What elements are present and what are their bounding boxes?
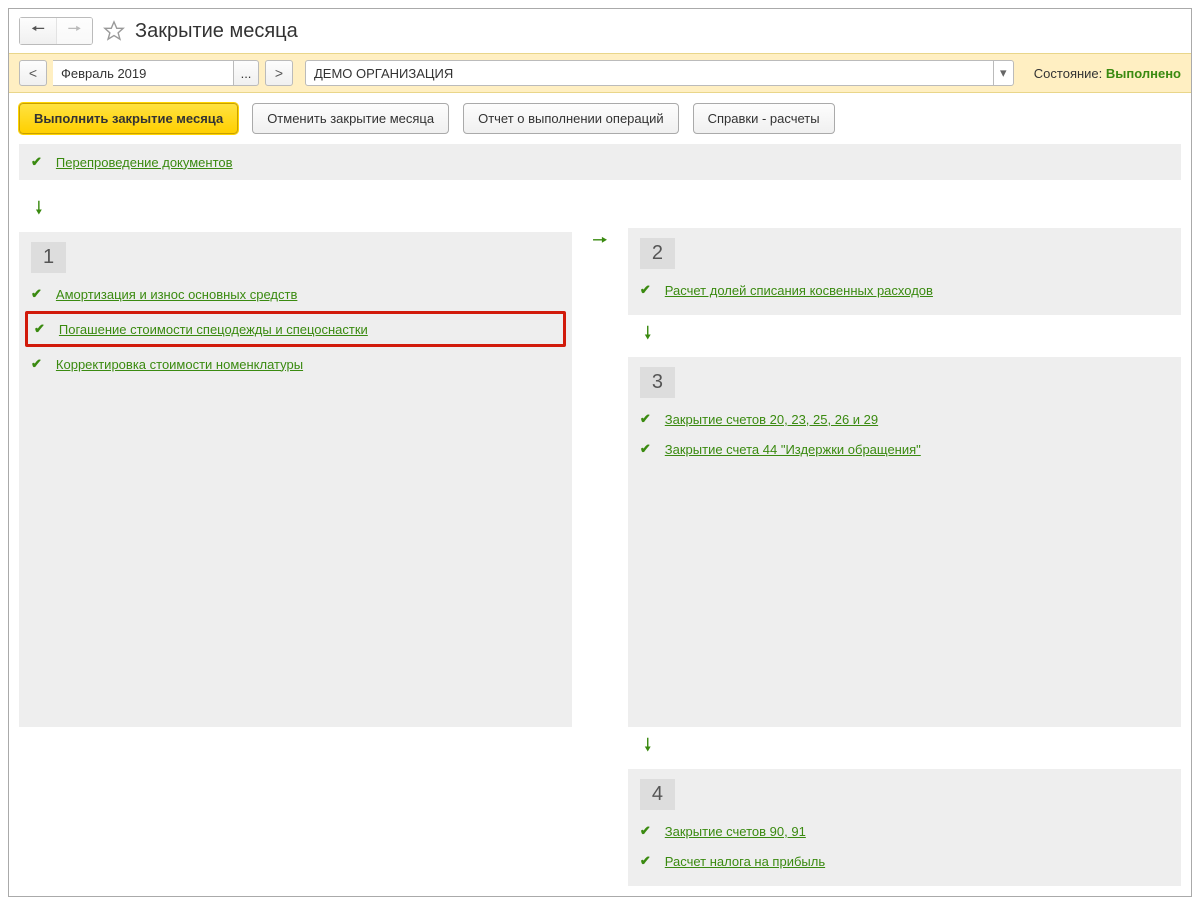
operations-report-button[interactable]: Отчет о выполнении операций	[463, 103, 679, 134]
status-value: Выполнено	[1106, 66, 1181, 81]
forward-button[interactable]: 🠖	[56, 18, 92, 44]
stage-2: 2 ✔ Расчет долей списания косвенных расх…	[628, 228, 1181, 315]
check-icon: ✔	[31, 154, 42, 170]
organization-value: ДЕМО ОРГАНИЗАЦИЯ	[306, 66, 993, 81]
page-title: Закрытие месяца	[135, 20, 298, 43]
status-label: Состояние:	[1034, 66, 1102, 81]
period-picker-button[interactable]: ...	[233, 60, 259, 86]
op-row: ✔ Расчет долей списания косвенных расход…	[640, 275, 1169, 305]
stage-4-number: 4	[640, 779, 675, 810]
period-next-button[interactable]: >	[265, 60, 293, 86]
check-icon: ✔	[640, 441, 651, 457]
execute-closing-button[interactable]: Выполнить закрытие месяца	[19, 103, 238, 134]
favorite-star-icon[interactable]	[103, 20, 125, 42]
op-row: ✔ Амортизация и износ основных средств	[31, 279, 560, 309]
op-row: ✔ Закрытие счета 44 "Издержки обращения"	[640, 434, 1169, 464]
op-row: ✔ Расчет налога на прибыль	[640, 846, 1169, 876]
op-row: ✔ Закрытие счетов 20, 23, 25, 26 и 29	[640, 404, 1169, 434]
op-workwear-cost[interactable]: Погашение стоимости спецодежды и спецосн…	[59, 322, 368, 337]
actions-row: Выполнить закрытие месяца Отменить закры…	[9, 93, 1191, 144]
check-icon: ✔	[31, 356, 42, 372]
check-icon: ✔	[640, 823, 651, 839]
check-icon: ✔	[640, 853, 651, 869]
repost-section: ✔ Перепроведение документов	[19, 144, 1181, 180]
period-prev-button[interactable]: <	[19, 60, 47, 86]
check-icon: ✔	[34, 321, 45, 337]
arrow-down-icon: 🠗	[628, 727, 1181, 769]
titlebar: 🠔 🠖 Закрытие месяца	[9, 9, 1191, 53]
stage-2-number: 2	[640, 238, 675, 269]
arrow-down-icon: 🠗	[19, 190, 572, 232]
arrow-right-icon: 🠖	[592, 228, 608, 258]
repost-documents-link[interactable]: Перепроведение документов	[56, 155, 233, 170]
stage-1: 1 ✔ Амортизация и износ основных средств…	[19, 232, 572, 727]
op-nomenclature-cost[interactable]: Корректировка стоимости номенклатуры	[56, 357, 303, 372]
op-close-accounts-20-29[interactable]: Закрытие счетов 20, 23, 25, 26 и 29	[665, 412, 878, 427]
period-box: Февраль 2019 ...	[53, 60, 259, 86]
arrow-between: 🠖	[592, 190, 608, 886]
main-window: 🠔 🠖 Закрытие месяца < Февраль 2019 ... >…	[8, 8, 1192, 897]
status: Состояние: Выполнено	[1034, 66, 1181, 81]
nav-buttons: 🠔 🠖	[19, 17, 93, 45]
op-amortization[interactable]: Амортизация и износ основных средств	[56, 287, 297, 302]
dropdown-icon[interactable]: ▾	[993, 61, 1013, 85]
op-close-account-44[interactable]: Закрытие счета 44 "Издержки обращения"	[665, 442, 921, 457]
op-row: ✔ Корректировка стоимости номенклатуры	[31, 349, 560, 379]
op-close-accounts-90-91[interactable]: Закрытие счетов 90, 91	[665, 824, 806, 839]
references-button[interactable]: Справки - расчеты	[693, 103, 835, 134]
back-button[interactable]: 🠔	[20, 18, 56, 44]
highlighted-operation: ✔ Погашение стоимости спецодежды и спецо…	[25, 311, 566, 347]
cancel-closing-button[interactable]: Отменить закрытие месяца	[252, 103, 449, 134]
right-column: 2 ✔ Расчет долей списания косвенных расх…	[628, 190, 1181, 886]
left-column: 🠗 1 ✔ Амортизация и износ основных средс…	[19, 190, 572, 886]
stage-3: 3 ✔ Закрытие счетов 20, 23, 25, 26 и 29 …	[628, 357, 1181, 727]
op-indirect-costs[interactable]: Расчет долей списания косвенных расходов	[665, 283, 933, 298]
period-toolbar: < Февраль 2019 ... > ДЕМО ОРГАНИЗАЦИЯ ▾ …	[9, 53, 1191, 93]
arrow-down-icon: 🠗	[628, 315, 1181, 357]
stage-1-number: 1	[31, 242, 66, 273]
stage-3-number: 3	[640, 367, 675, 398]
stage-4: 4 ✔ Закрытие счетов 90, 91 ✔ Расчет нало…	[628, 769, 1181, 886]
organization-select[interactable]: ДЕМО ОРГАНИЗАЦИЯ ▾	[305, 60, 1014, 86]
period-input[interactable]: Февраль 2019	[53, 60, 233, 86]
stages-flow: 🠗 1 ✔ Амортизация и износ основных средс…	[9, 180, 1191, 896]
op-profit-tax[interactable]: Расчет налога на прибыль	[665, 854, 825, 869]
check-icon: ✔	[640, 282, 651, 298]
op-row: ✔ Погашение стоимости спецодежды и спецо…	[34, 314, 557, 344]
op-row: ✔ Закрытие счетов 90, 91	[640, 816, 1169, 846]
check-icon: ✔	[31, 286, 42, 302]
check-icon: ✔	[640, 411, 651, 427]
